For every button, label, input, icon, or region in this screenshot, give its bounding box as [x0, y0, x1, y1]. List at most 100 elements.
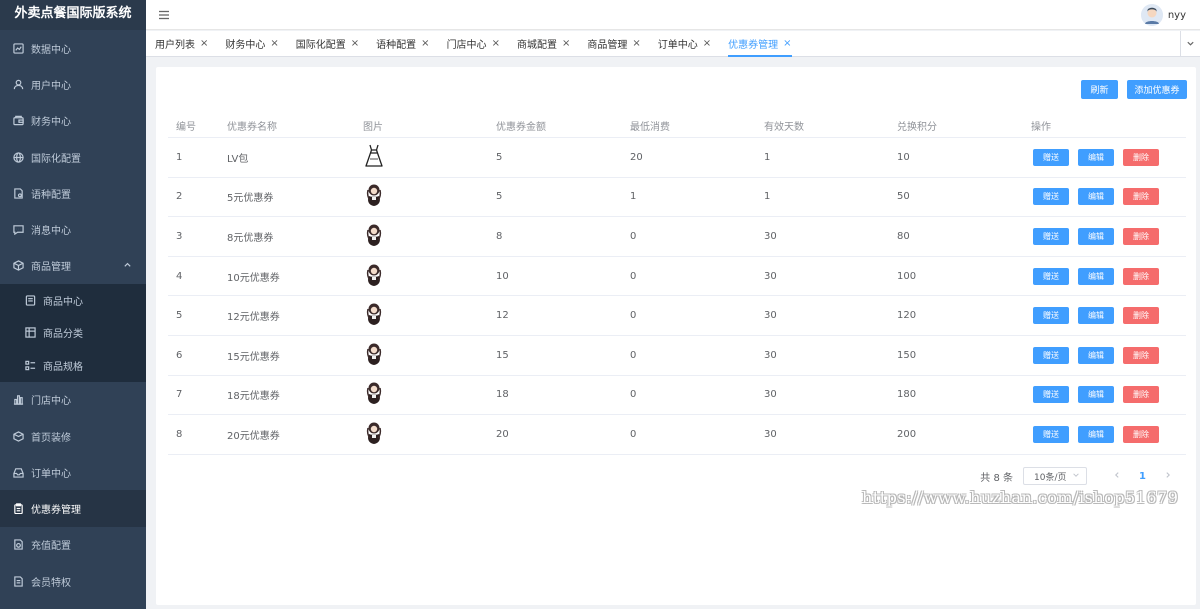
table-row: 8 20元优惠券 20 0 30 200 赠送 编辑 删除 [168, 415, 1186, 455]
table-cell: 8 [496, 230, 503, 242]
give-button[interactable]: 赠送 [1033, 188, 1069, 206]
sidebar-item-membership[interactable]: 会员特权 [0, 563, 146, 599]
table-cell: 180 [897, 389, 917, 401]
table-cell: 5 [496, 151, 503, 163]
sidebar-item-user-center[interactable]: 用户中心 [0, 66, 146, 102]
avatar-image [363, 420, 385, 446]
close-icon[interactable]: × [421, 38, 429, 49]
delete-button[interactable]: 删除 [1123, 346, 1159, 364]
edit-button[interactable]: 编辑 [1078, 307, 1114, 325]
sidebar-item-finance[interactable]: 财务中心 [0, 103, 146, 139]
tab-stores[interactable]: 门店中心 × [447, 32, 500, 56]
table-cell: 7 [176, 389, 183, 401]
edit-button[interactable]: 编辑 [1078, 346, 1114, 364]
table-body: 1 LV包 5 20 1 10 赠送 编辑 删除 2 5元优惠券 5 1 1 50 赠送 编辑 删除 3 8元优惠券 8… [168, 138, 1186, 455]
tab-finance[interactable]: 财务中心 × [225, 32, 278, 56]
refresh-button[interactable]: 刷新 [1081, 80, 1118, 99]
sidebar-item-i18n[interactable]: 国际化配置 [0, 139, 146, 175]
delete-button[interactable]: 删除 [1123, 386, 1159, 404]
close-icon[interactable]: × [351, 38, 359, 49]
close-icon[interactable]: × [703, 38, 711, 49]
table-cell: 6 [176, 349, 183, 361]
globe-icon [12, 151, 24, 163]
sidebar-item-recharge[interactable]: 充值配置 [0, 527, 146, 563]
column-header: 优惠券金额 [496, 122, 546, 133]
delete-button[interactable]: 删除 [1123, 425, 1159, 443]
page-size-select[interactable]: 10条/页 [1023, 467, 1088, 485]
edit-button[interactable]: 编辑 [1078, 148, 1114, 166]
close-icon[interactable]: × [492, 38, 500, 49]
give-button[interactable]: 赠送 [1033, 425, 1069, 443]
tab-mall-config[interactable]: 商城配置 × [517, 32, 570, 56]
sidebar-item-product-center[interactable]: 商品中心 [0, 284, 146, 317]
tab-coupons[interactable]: 优惠券管理 × [728, 32, 792, 57]
tab-label: 商城配置 [516, 40, 557, 51]
row-actions: 赠送 编辑 删除 [1023, 386, 1186, 404]
coupon-image [355, 222, 488, 251]
give-button[interactable]: 赠送 [1033, 307, 1069, 325]
next-page-button[interactable] [1160, 471, 1176, 482]
hamburger-icon[interactable] [158, 9, 170, 21]
close-icon[interactable]: × [270, 38, 278, 49]
give-button[interactable]: 赠送 [1033, 386, 1069, 404]
avatar-image [363, 301, 385, 327]
close-icon[interactable]: × [632, 38, 640, 49]
give-button[interactable]: 赠送 [1033, 267, 1069, 285]
sidebar-item-language[interactable]: 语种配置 [0, 175, 146, 211]
tab-language[interactable]: 语种配置 × [376, 32, 429, 56]
tab-user-list[interactable]: 用户列表 × [155, 32, 208, 56]
delete-button[interactable]: 删除 [1123, 148, 1159, 166]
give-button[interactable]: 赠送 [1033, 227, 1069, 245]
delete-button[interactable]: 删除 [1123, 267, 1159, 285]
dress-image [363, 143, 385, 169]
add-coupon-button[interactable]: 添加优惠券 [1127, 80, 1187, 99]
sidebar-item-product-category[interactable]: 商品分类 [0, 317, 146, 350]
table-cell: 1 [176, 151, 183, 163]
delete-button[interactable]: 删除 [1123, 227, 1159, 245]
page-number[interactable]: 1 [1139, 471, 1146, 482]
row-actions: 赠送 编辑 删除 [1023, 346, 1186, 364]
edit-button[interactable]: 编辑 [1078, 267, 1114, 285]
delete-button[interactable]: 删除 [1123, 307, 1159, 325]
edit-button[interactable]: 编辑 [1078, 227, 1114, 245]
sidebar-item-product-spec[interactable]: 商品规格 [0, 349, 146, 382]
row-actions: 赠送 编辑 删除 [1023, 267, 1186, 285]
row-actions: 赠送 编辑 删除 [1023, 148, 1186, 166]
user-menu[interactable]: nyy [1140, 4, 1186, 26]
tab-orders[interactable]: 订单中心 × [658, 32, 711, 56]
sidebar-item-stores[interactable]: 门店中心 [0, 382, 146, 418]
table-cell: 30 [764, 310, 777, 322]
table-row: 1 LV包 5 20 1 10 赠送 编辑 删除 [168, 138, 1186, 178]
give-button[interactable]: 赠送 [1033, 148, 1069, 166]
table-cell: 0 [630, 310, 637, 322]
table-cell: 30 [764, 230, 777, 242]
sidebar-item-label: 商品分类 [43, 329, 83, 341]
close-icon[interactable]: × [200, 38, 208, 49]
table-cell: 10 [496, 270, 509, 282]
tabs-scroll-button[interactable] [1180, 31, 1200, 57]
edit-button[interactable]: 编辑 [1078, 386, 1114, 404]
sidebar-item-messages[interactable]: 消息中心 [0, 211, 146, 247]
tab-product-management[interactable]: 商品管理 × [587, 32, 640, 56]
sidebar-item-coupons[interactable]: 优惠券管理 [0, 490, 146, 527]
prev-page-button[interactable] [1109, 471, 1125, 482]
edit-button[interactable]: 编辑 [1078, 188, 1114, 206]
tab-i18n[interactable]: 国际化配置 × [296, 32, 359, 56]
sidebar-item-product-management[interactable]: 商品管理 [0, 248, 146, 284]
table-cell: 3 [176, 230, 183, 242]
document-money-icon [12, 539, 24, 551]
table-cell: 1 [764, 191, 771, 203]
avatar-image [363, 341, 385, 367]
close-icon[interactable]: × [783, 38, 791, 49]
edit-button[interactable]: 编辑 [1078, 425, 1114, 443]
give-button[interactable]: 赠送 [1033, 346, 1069, 364]
sidebar-item-home-decor[interactable]: 首页装修 [0, 418, 146, 454]
delete-button[interactable]: 删除 [1123, 188, 1159, 206]
close-icon[interactable]: × [562, 38, 570, 49]
table-cell: 120 [897, 310, 917, 322]
table-cell: 20元优惠券 [227, 430, 280, 442]
document-icon [24, 294, 36, 306]
sidebar-item-data-center[interactable]: 数据中心 [0, 30, 146, 66]
column-header: 有效天数 [764, 122, 804, 133]
sidebar-item-orders[interactable]: 订单中心 [0, 454, 146, 490]
